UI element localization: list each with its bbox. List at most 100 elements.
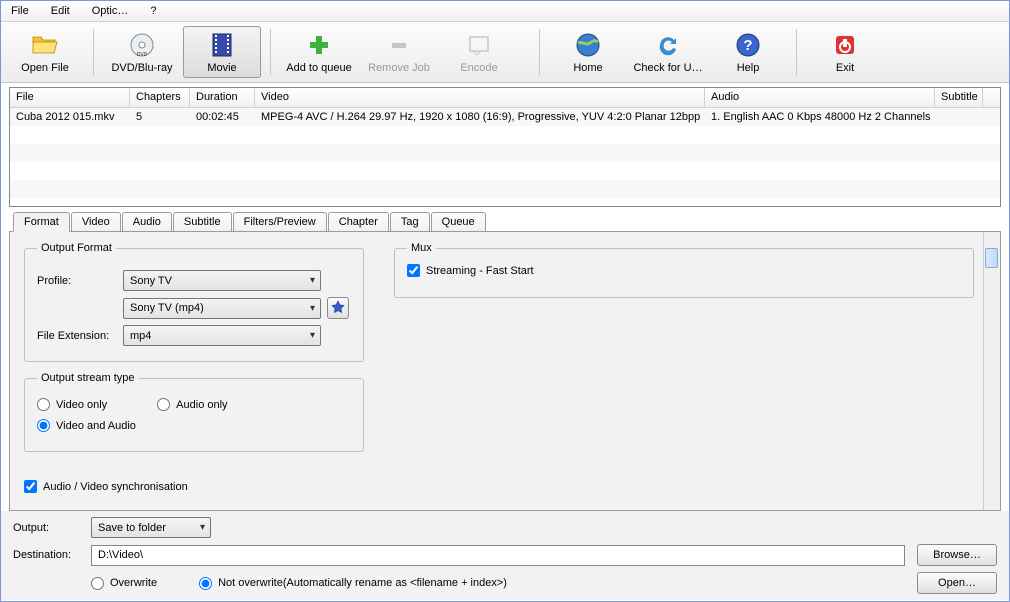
video-audio-radio[interactable] <box>37 419 50 432</box>
remove-job-label: Remove Job <box>368 62 430 74</box>
profile-combo[interactable]: Sony TV <box>123 270 321 291</box>
star-icon <box>331 300 345 317</box>
tab-format[interactable]: Format <box>13 212 70 232</box>
movie-label: Movie <box>207 62 236 74</box>
tab-subtitle[interactable]: Subtitle <box>173 212 232 232</box>
help-button[interactable]: ? Help <box>709 26 787 78</box>
menu-file[interactable]: File <box>5 3 35 19</box>
audio-only-radio[interactable] <box>157 398 170 411</box>
col-header-file[interactable]: File <box>10 88 130 107</box>
dvd-bluray-label: DVD/Blu-ray <box>111 62 172 74</box>
toolbar-separator <box>270 29 271 75</box>
mux-legend: Mux <box>407 242 436 254</box>
file-ext-combo[interactable]: mp4 <box>123 325 321 346</box>
output-label: Output: <box>13 522 79 534</box>
profile-label: Profile: <box>37 275 117 287</box>
toolbar-separator <box>796 29 797 75</box>
cell-subtitle <box>935 115 983 119</box>
encode-label: Encode <box>460 62 497 74</box>
col-header-subtitle[interactable]: Subtitle <box>935 88 983 107</box>
col-header-video[interactable]: Video <box>255 88 705 107</box>
menubar: File Edit Optic… ? <box>1 1 1009 22</box>
exit-icon <box>831 31 859 59</box>
mux-group: Mux Streaming - Fast Start <box>394 242 974 298</box>
overwrite-label: Overwrite <box>110 577 157 589</box>
table-row <box>10 144 1000 162</box>
open-file-button[interactable]: Open File <box>6 26 84 78</box>
panel-scrollbar[interactable] <box>983 232 1000 510</box>
table-row <box>10 126 1000 144</box>
tab-tag[interactable]: Tag <box>390 212 430 232</box>
toolbar-separator <box>539 29 540 75</box>
favorite-profile-button[interactable] <box>327 297 349 319</box>
exit-button[interactable]: Exit <box>806 26 884 78</box>
cell-audio: 1. English AAC 0 Kbps 48000 Hz 2 Channel… <box>705 109 935 125</box>
video-only-label: Video only <box>56 399 107 411</box>
video-only-radio[interactable] <box>37 398 50 411</box>
help-label: Help <box>737 62 760 74</box>
svg-text:DVD: DVD <box>137 52 148 58</box>
add-to-queue-button[interactable]: Add to queue <box>280 26 358 78</box>
movie-button[interactable]: Movie <box>183 26 261 78</box>
output-stream-legend: Output stream type <box>37 372 139 384</box>
tab-video[interactable]: Video <box>71 212 121 232</box>
scrollbar-thumb[interactable] <box>985 248 998 268</box>
file-grid-body: Cuba 2012 015.mkv 5 00:02:45 MPEG-4 AVC … <box>10 108 1000 206</box>
browse-button[interactable]: Browse… <box>917 544 997 566</box>
tab-audio[interactable]: Audio <box>122 212 172 232</box>
destination-label: Destination: <box>13 549 79 561</box>
cell-video: MPEG-4 AVC / H.264 29.97 Hz, 1920 x 1080… <box>255 109 705 125</box>
output-mode-combo[interactable]: Save to folder <box>91 517 211 538</box>
video-audio-label: Video and Audio <box>56 420 136 432</box>
tab-strip: Format Video Audio Subtitle Filters/Prev… <box>13 211 1001 231</box>
home-button[interactable]: Home <box>549 26 627 78</box>
encode-button: Encode <box>440 26 518 78</box>
cell-file: Cuba 2012 015.mkv <box>10 109 130 125</box>
tab-panel-format: Output Format Profile: Sony TV Sony TV (… <box>9 231 1001 511</box>
output-format-legend: Output Format <box>37 242 116 254</box>
col-header-duration[interactable]: Duration <box>190 88 255 107</box>
folder-open-icon <box>31 31 59 59</box>
dvd-bluray-button[interactable]: DVD DVD/Blu-ray <box>103 26 181 78</box>
audio-only-label: Audio only <box>176 399 227 411</box>
streaming-checkbox[interactable] <box>407 264 420 277</box>
settings-tabs: Format Video Audio Subtitle Filters/Prev… <box>9 211 1001 511</box>
av-sync-checkbox[interactable] <box>24 480 37 493</box>
tab-chapter[interactable]: Chapter <box>328 212 389 232</box>
open-button[interactable]: Open… <box>917 572 997 594</box>
toolbar: Open File DVD DVD/Blu-ray Movie Add to q… <box>1 22 1009 83</box>
file-grid-header: File Chapters Duration Video Audio Subti… <box>10 88 1000 108</box>
check-updates-button[interactable]: Check for U… <box>629 26 707 78</box>
col-header-chapters[interactable]: Chapters <box>130 88 190 107</box>
cell-chapters: 5 <box>130 109 190 125</box>
home-label: Home <box>573 62 602 74</box>
col-header-audio[interactable]: Audio <box>705 88 935 107</box>
overwrite-radio[interactable] <box>91 577 104 590</box>
output-stream-group: Output stream type Video only Audio only… <box>24 372 364 452</box>
tab-filters[interactable]: Filters/Preview <box>233 212 327 232</box>
globe-icon <box>574 31 602 59</box>
open-file-label: Open File <box>21 62 69 74</box>
svg-text:?: ? <box>743 37 752 54</box>
tab-queue[interactable]: Queue <box>431 212 486 232</box>
toolbar-separator <box>93 29 94 75</box>
table-row <box>10 180 1000 198</box>
not-overwrite-radio[interactable] <box>199 577 212 590</box>
not-overwrite-label: Not overwrite(Automatically rename as <f… <box>218 577 507 589</box>
exit-label: Exit <box>836 62 854 74</box>
film-icon <box>208 31 236 59</box>
streaming-label: Streaming - Fast Start <box>426 265 534 277</box>
menu-edit[interactable]: Edit <box>45 3 76 19</box>
check-updates-label: Check for U… <box>633 62 702 74</box>
output-area: Output: Save to folder Destination: Brow… <box>1 511 1009 600</box>
file-grid: File Chapters Duration Video Audio Subti… <box>9 87 1001 207</box>
add-to-queue-label: Add to queue <box>286 62 351 74</box>
profile-sub-combo[interactable]: Sony TV (mp4) <box>123 298 321 319</box>
minus-icon <box>385 31 413 59</box>
refresh-icon <box>654 31 682 59</box>
menu-options[interactable]: Optic… <box>86 3 135 19</box>
menu-help[interactable]: ? <box>144 3 162 19</box>
destination-input[interactable] <box>91 545 905 566</box>
table-row[interactable]: Cuba 2012 015.mkv 5 00:02:45 MPEG-4 AVC … <box>10 108 1000 126</box>
av-sync-label: Audio / Video synchronisation <box>43 481 188 493</box>
